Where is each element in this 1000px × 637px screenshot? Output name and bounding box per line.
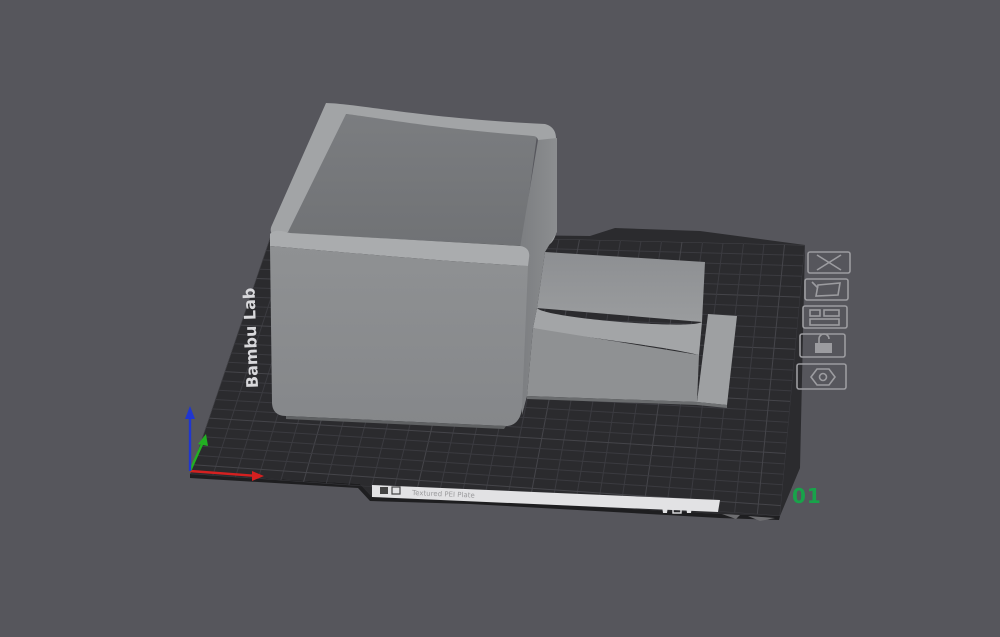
arrange-icon[interactable] [802,305,848,329]
plate-brand-text: Bambu Lab [240,287,262,388]
settings-icon[interactable] [796,363,847,390]
lock-icon[interactable] [799,333,846,358]
plate-number: 01 [792,484,822,508]
plate-toolbar [796,251,851,390]
model-open-box[interactable] [270,103,557,429]
3d-viewport[interactable]: Bambu Lab Textured PEI Plate 01 [0,0,1000,637]
auto-orient-icon[interactable] [804,278,849,301]
close-icon[interactable] [807,251,851,274]
